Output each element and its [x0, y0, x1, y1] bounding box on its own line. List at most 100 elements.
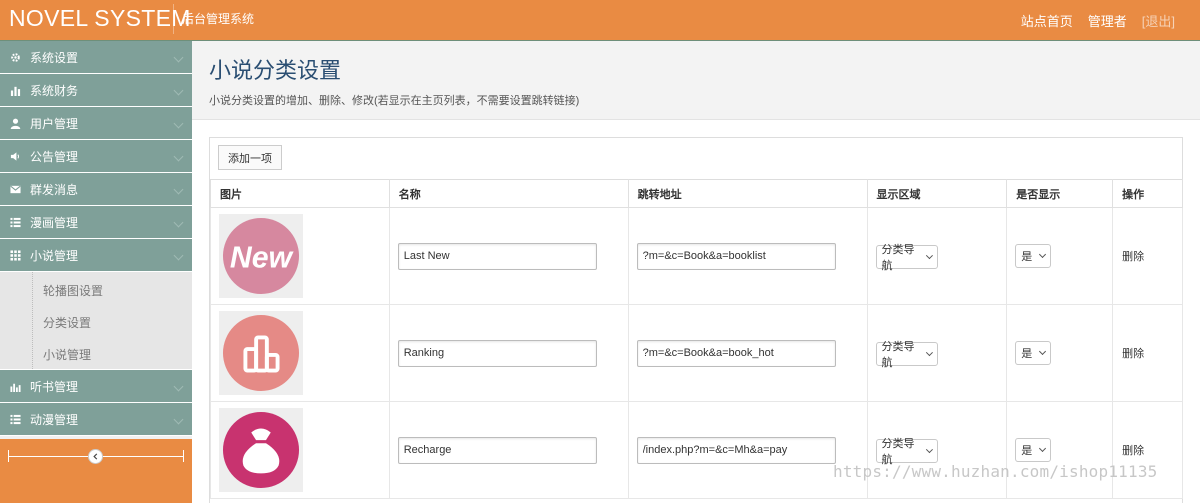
submenu-item-categories[interactable]: 分类设置	[43, 314, 91, 331]
visible-select[interactable]: 是	[1015, 438, 1052, 462]
sidebar: 系统设置 系统财务 用户管理 公告管理 群发消息 漫画管理 小说管理 轮播图设置…	[0, 41, 192, 503]
sidebar-item-label: 公告管理	[30, 149, 79, 164]
sidebar-item-finance[interactable]: 系统财务	[0, 74, 192, 107]
top-header: NOVEL SYSTEM 后台管理系统 站点首页 管理者 [退出]	[0, 0, 1200, 41]
action-cell: 删除	[1112, 401, 1183, 499]
sidebar-item-novels[interactable]: 小说管理	[0, 239, 192, 272]
sidebar-item-comics[interactable]: 漫画管理	[0, 206, 192, 239]
sidebar-item-users[interactable]: 用户管理	[0, 107, 192, 140]
table-row: 分类导航 是 删除	[210, 401, 1183, 499]
name-cell	[388, 304, 629, 402]
visible-select[interactable]: 是	[1015, 244, 1052, 268]
url-input[interactable]	[636, 242, 836, 270]
category-panel: 添加一项 图片 名称 跳转地址 显示区域 是否显示 操作 New Last Ne…	[209, 137, 1183, 503]
visible-select[interactable]: 是	[1015, 341, 1052, 365]
new-logo-icon: New	[222, 217, 300, 295]
chevron-down-icon	[173, 250, 184, 261]
logout-link[interactable]: [退出]	[1142, 11, 1175, 30]
column-header-area: 显示区域	[866, 179, 1008, 208]
chevron-down-icon	[1039, 250, 1047, 259]
chevron-left-icon	[93, 453, 98, 460]
bar-chart-icon	[8, 85, 22, 96]
table-header-row: 图片 名称 跳转地址 显示区域 是否显示 操作	[210, 179, 1183, 208]
delete-link[interactable]: 删除	[1121, 348, 1144, 360]
category-thumbnail[interactable]	[219, 408, 303, 492]
sidebar-item-system-settings[interactable]: 系统设置	[0, 41, 192, 74]
chevron-down-icon	[1039, 444, 1047, 453]
area-select-value: 分类导航	[881, 340, 915, 369]
action-cell: 删除	[1112, 207, 1183, 305]
chevron-down-icon	[925, 445, 933, 453]
area-cell: 分类导航	[866, 304, 1008, 402]
visible-cell: 是	[1006, 304, 1114, 402]
delete-link[interactable]: 删除	[1121, 445, 1144, 457]
novel-submenu: 轮播图设置 分类设置 小说管理	[0, 272, 192, 370]
name-input[interactable]	[397, 436, 597, 464]
sidebar-item-label: 系统设置	[30, 50, 79, 65]
main-content: 小说分类设置 小说分类设置的增加、删除、修改(若显示在主页列表，不需要设置跳转链…	[192, 41, 1200, 503]
sidebar-footer	[0, 439, 192, 503]
submenu-item-novels[interactable]: 小说管理	[43, 346, 91, 363]
page-header: 小说分类设置 小说分类设置的增加、删除、修改(若显示在主页列表，不需要设置跳转链…	[192, 41, 1200, 120]
submenu-item-carousel[interactable]: 轮播图设置	[43, 282, 103, 299]
page-subtitle: 小说分类设置的增加、删除、修改(若显示在主页列表，不需要设置跳转链接)	[209, 95, 580, 107]
visible-select-value: 是	[1021, 251, 1033, 263]
area-select[interactable]: 分类导航	[875, 244, 938, 272]
sidebar-item-messages[interactable]: 群发消息	[0, 173, 192, 206]
chevron-down-icon	[925, 348, 933, 356]
grid-icon	[8, 249, 22, 261]
image-cell	[210, 401, 390, 499]
equalizer-icon	[8, 381, 22, 392]
category-thumbnail[interactable]	[219, 311, 303, 395]
sidebar-item-label: 漫画管理	[30, 215, 79, 230]
submenu-guide-line	[32, 272, 33, 369]
ranking-icon	[222, 314, 300, 392]
chevron-down-icon	[173, 414, 184, 425]
area-select-value: 分类导航	[881, 243, 915, 272]
url-cell	[627, 207, 868, 305]
collapse-track-right-cap	[183, 450, 184, 462]
admin-user-link[interactable]: 管理者	[1088, 11, 1127, 30]
column-header-action: 操作	[1112, 179, 1183, 208]
logo-text: New	[230, 242, 295, 275]
category-thumbnail[interactable]: New	[219, 214, 303, 298]
column-header-name: 名称	[388, 179, 629, 208]
action-cell: 删除	[1112, 304, 1183, 402]
delete-link[interactable]: 删除	[1121, 251, 1144, 263]
add-item-button[interactable]: 添加一项	[218, 145, 282, 170]
sidebar-item-anime[interactable]: 动漫管理	[0, 403, 192, 436]
money-bag-icon	[222, 411, 300, 489]
page-title: 小说分类设置	[209, 58, 342, 83]
url-input[interactable]	[636, 436, 836, 464]
collapse-track-left-cap	[8, 450, 9, 462]
url-cell	[627, 304, 868, 402]
image-cell	[210, 304, 390, 402]
name-input[interactable]	[397, 242, 597, 270]
name-input[interactable]	[397, 339, 597, 367]
sidebar-collapse-button[interactable]	[88, 449, 103, 464]
watermark-text: https://www.huzhan.com/ishop11135	[833, 462, 1158, 481]
column-header-image: 图片	[210, 179, 390, 208]
area-select[interactable]: 分类导航	[875, 438, 938, 466]
url-input[interactable]	[636, 339, 836, 367]
sidebar-item-audiobooks[interactable]: 听书管理	[0, 370, 192, 403]
chevron-down-icon	[173, 52, 184, 63]
sidebar-item-label: 用户管理	[30, 116, 79, 131]
site-home-link[interactable]: 站点首页	[1021, 11, 1073, 30]
chevron-down-icon	[173, 85, 184, 96]
chevron-down-icon	[1039, 347, 1047, 356]
speaker-icon	[8, 151, 22, 162]
chevron-down-icon	[173, 184, 184, 195]
envelope-icon	[8, 184, 22, 195]
sidebar-item-label: 群发消息	[30, 182, 79, 197]
table-row: New 分类导航 是	[210, 207, 1183, 305]
sidebar-item-label: 小说管理	[30, 248, 79, 263]
sidebar-item-announcements[interactable]: 公告管理	[0, 140, 192, 173]
chevron-down-icon	[173, 118, 184, 129]
sidebar-item-label: 听书管理	[30, 379, 79, 394]
top-nav: 站点首页 管理者 [退出]	[1021, 0, 1200, 41]
area-select[interactable]: 分类导航	[875, 341, 938, 369]
brand-title: NOVEL SYSTEM	[9, 5, 191, 31]
visible-cell: 是	[1006, 401, 1114, 499]
chevron-down-icon	[173, 217, 184, 228]
